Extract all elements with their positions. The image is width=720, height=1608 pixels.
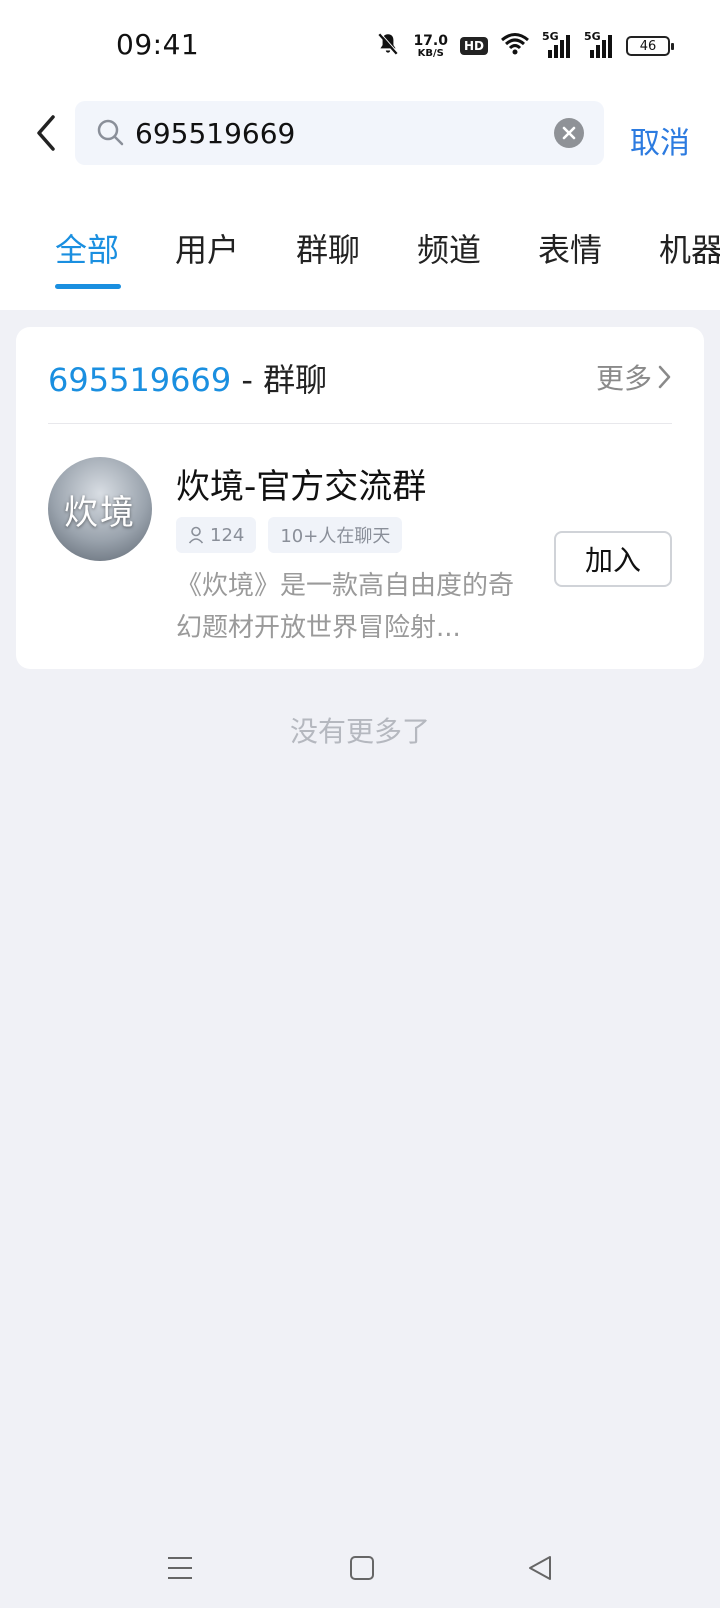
square-icon xyxy=(350,1556,374,1580)
tab-group-chats[interactable]: 群聊 xyxy=(296,225,360,271)
battery-icon: 46 xyxy=(626,36,674,56)
triangle-back-icon xyxy=(529,1556,551,1580)
clear-search-button[interactable] xyxy=(554,118,584,148)
group-tags: 124 10+人在聊天 xyxy=(176,517,414,553)
group-name: 炊境-官方交流群 xyxy=(176,467,427,507)
avatar-logo-text: 炊境 xyxy=(64,492,136,533)
nav-menu-button[interactable] xyxy=(158,1548,202,1588)
section-label: 群聊 xyxy=(263,361,328,399)
chevron-left-icon xyxy=(37,115,55,151)
person-icon xyxy=(188,526,204,544)
search-icon xyxy=(95,117,125,151)
tab-stickers[interactable]: 表情 xyxy=(538,225,602,271)
battery-level: 46 xyxy=(639,38,657,54)
group-avatar[interactable]: 炊境 xyxy=(48,457,152,561)
nav-back-button[interactable] xyxy=(518,1548,562,1588)
group-list-item[interactable]: 炊境 炊境-官方交流群 124 10+人在聊天 《炊境》是一款高自由度的奇幻题材… xyxy=(16,423,704,669)
net-speed-unit: KB/S xyxy=(417,47,444,59)
mute-icon xyxy=(375,31,401,61)
tab-bots[interactable]: 机器 xyxy=(659,225,720,271)
hd-icon: HD xyxy=(459,37,488,55)
member-count-badge: 124 xyxy=(176,517,257,553)
cancel-button[interactable]: 取消 xyxy=(630,118,690,162)
card-header: 695519669 - 群聊 xyxy=(48,355,327,401)
chevron-right-icon xyxy=(658,365,671,389)
category-tabs: 全部 用户 群聊 频道 表情 机器 xyxy=(0,225,720,295)
signal-5g-icon-1: 5G xyxy=(542,30,572,58)
search-box[interactable] xyxy=(75,101,604,165)
search-input[interactable] xyxy=(135,111,525,155)
net-speed-value: 17.0 xyxy=(413,32,448,49)
more-button[interactable]: 更多 xyxy=(596,357,672,397)
top-panel: 09:41 17.0 KB/S HD 5G 5G 46 695519669 取消… xyxy=(0,0,720,310)
signal-5g-icon-2: 5G xyxy=(584,30,614,58)
header-separator: - xyxy=(231,361,264,399)
net-speed: 17.0 KB/S xyxy=(413,34,448,59)
tab-channels[interactable]: 频道 xyxy=(417,225,481,271)
active-tab-indicator xyxy=(55,284,121,289)
tab-all[interactable]: 全部 xyxy=(55,225,119,271)
join-button[interactable]: 加入 xyxy=(554,531,672,587)
activity-badge: 10+人在聊天 xyxy=(268,517,403,553)
menu-icon xyxy=(168,1557,192,1579)
tab-users[interactable]: 用户 xyxy=(175,225,239,271)
query-highlight: 695519669 xyxy=(48,361,232,399)
no-more-results: 没有更多了 xyxy=(289,715,430,748)
nav-home-button[interactable] xyxy=(340,1548,384,1588)
wifi-icon xyxy=(500,32,530,60)
group-results-card: 695519669 - 群聊 更多 炊境 炊境-官方交流群 124 10+人在聊… xyxy=(16,327,704,669)
group-description: 《炊境》是一款高自由度的奇幻题材开放世界冒险射... xyxy=(176,571,515,643)
more-label: 更多 xyxy=(595,362,652,395)
status-icons: 17.0 KB/S HD 5G 5G 46 xyxy=(363,28,674,64)
status-time: 09:41 xyxy=(116,28,200,61)
back-button[interactable] xyxy=(26,108,66,158)
member-count: 124 xyxy=(210,524,245,546)
close-icon xyxy=(562,126,576,140)
